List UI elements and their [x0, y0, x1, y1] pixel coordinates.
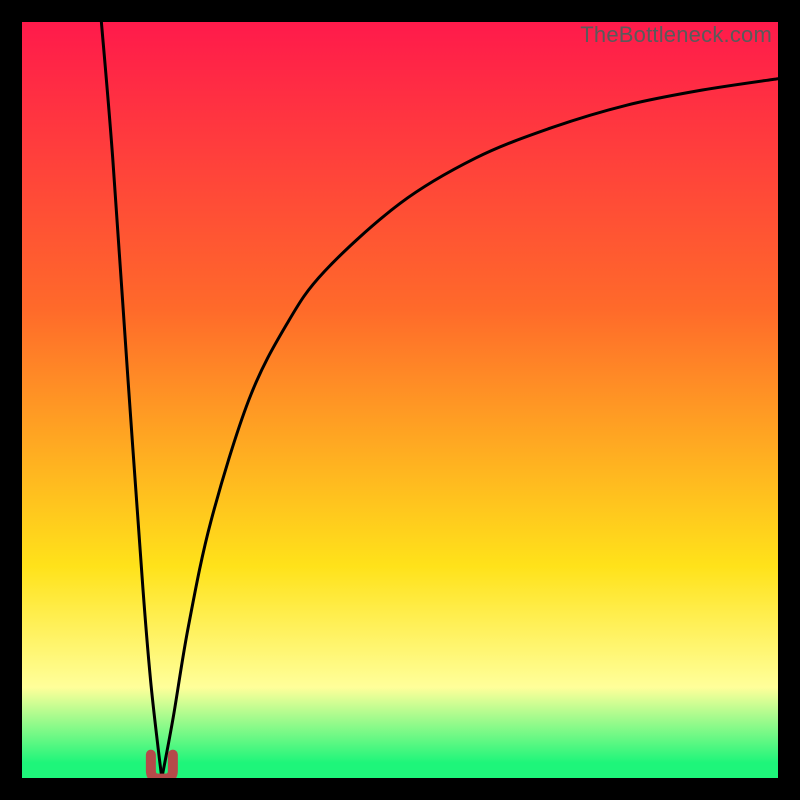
watermark-text: TheBottleneck.com — [580, 22, 772, 48]
chart-frame: TheBottleneck.com — [0, 0, 800, 800]
bottleneck-curve-chart — [22, 22, 778, 778]
gradient-background — [22, 22, 778, 778]
plot-area: TheBottleneck.com — [22, 22, 778, 778]
